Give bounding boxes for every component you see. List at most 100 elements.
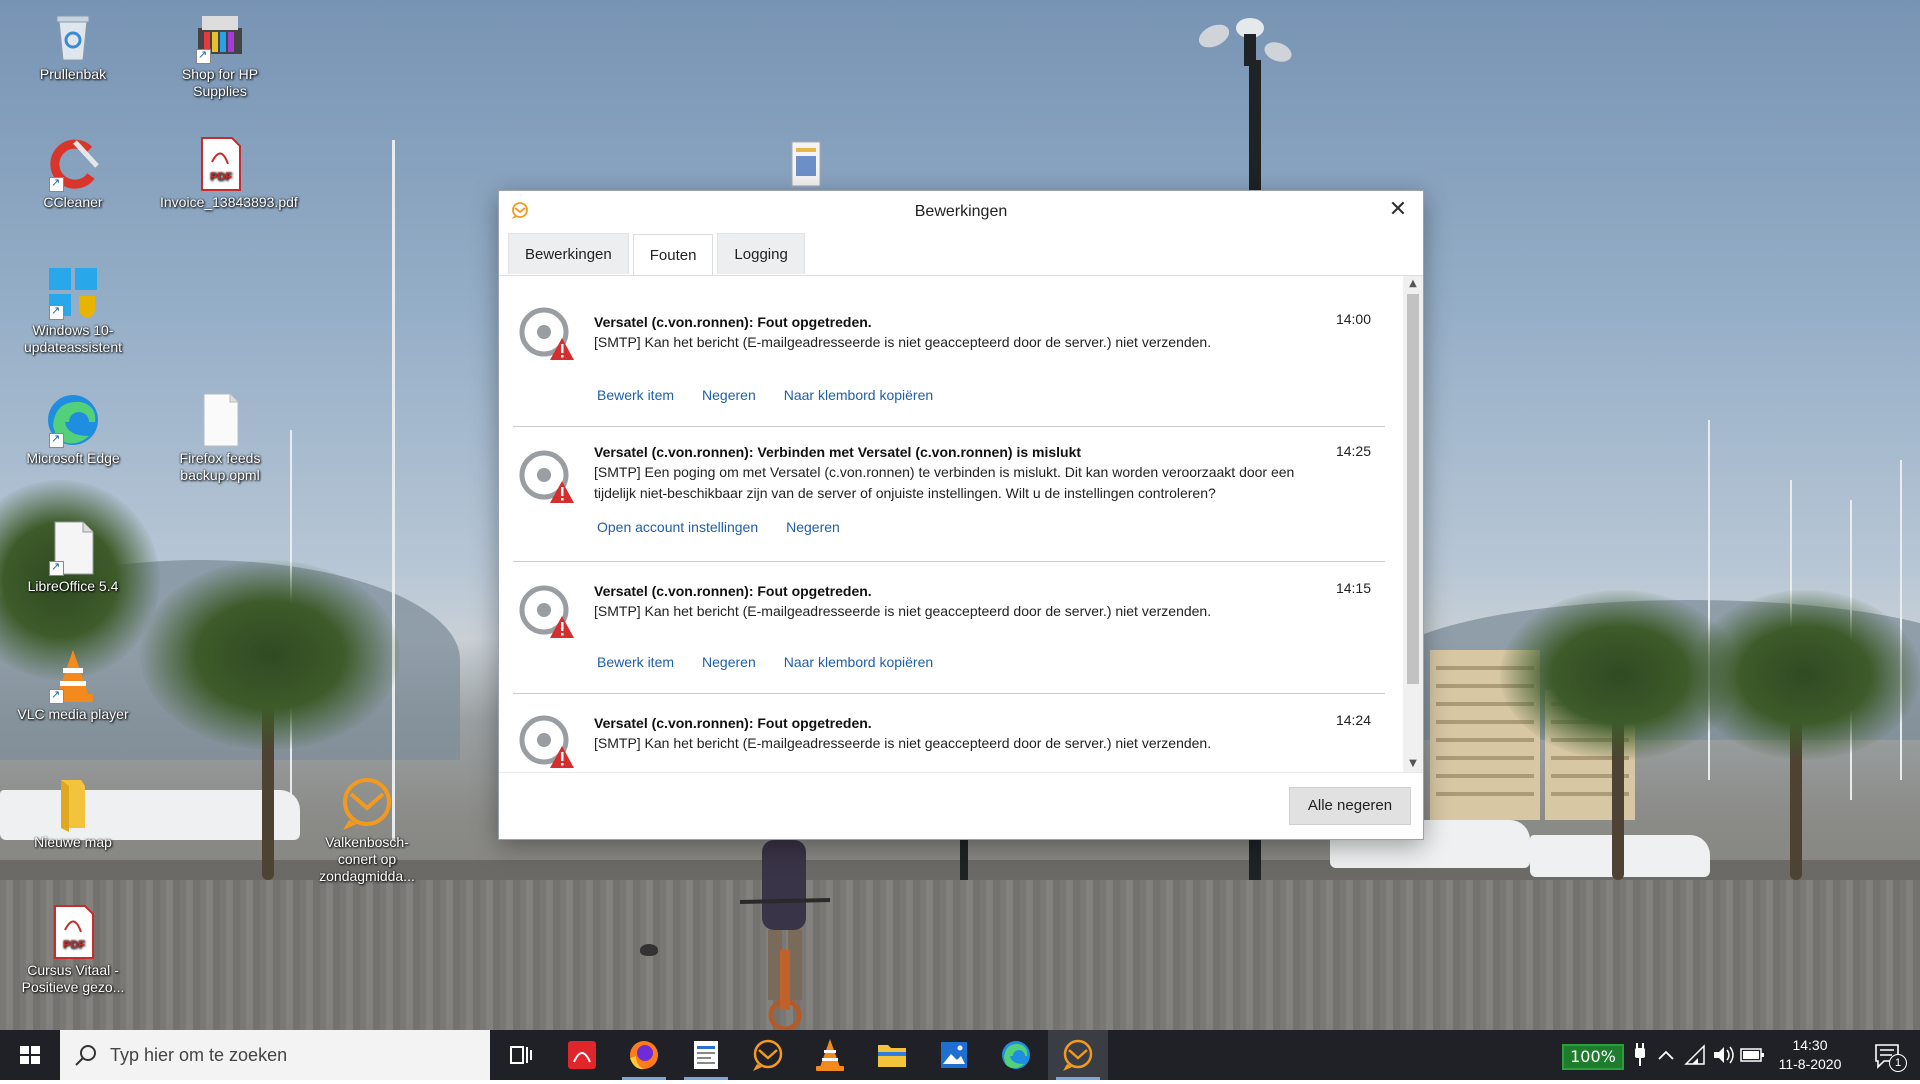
dialog-title-bar[interactable]: Bewerkingen ✕ bbox=[499, 191, 1423, 231]
error-actions: Bewerk item Negeren Naar klembord kopiër… bbox=[597, 654, 933, 670]
ignore-all-button[interactable]: Alle negeren bbox=[1289, 787, 1411, 825]
clock-time: 14:30 bbox=[1792, 1037, 1828, 1053]
close-icon[interactable]: ✕ bbox=[1385, 197, 1411, 223]
copy-to-clipboard-link[interactable]: Naar klembord kopiëren bbox=[784, 654, 933, 670]
clock-date: 11-8-2020 bbox=[1778, 1056, 1842, 1072]
photos-icon[interactable] bbox=[924, 1030, 984, 1080]
error-item: Versatel (c.von.ronnen): Fout opgetreden… bbox=[513, 562, 1385, 694]
desktop-icon-hp-supplies[interactable]: Shop for HP Supplies bbox=[160, 8, 280, 100]
acrobat-icon[interactable] bbox=[552, 1030, 612, 1080]
copy-to-clipboard-link[interactable]: Naar klembord kopiëren bbox=[784, 387, 933, 403]
wordpad-icon[interactable] bbox=[676, 1030, 736, 1080]
tab-bewerkingen[interactable]: Bewerkingen bbox=[508, 233, 629, 274]
power-plug-icon[interactable] bbox=[1628, 1030, 1652, 1080]
action-center-icon[interactable]: 1 bbox=[1866, 1030, 1910, 1080]
edit-item-link[interactable]: Bewerk item bbox=[597, 654, 674, 670]
error-subject: Versatel (c.von.ronnen): Fout opgetreden… bbox=[594, 583, 872, 599]
windows-logo-icon bbox=[20, 1046, 40, 1064]
start-button[interactable] bbox=[0, 1030, 60, 1080]
error-list[interactable]: Versatel (c.von.ronnen): Fout opgetreden… bbox=[513, 276, 1385, 772]
task-view-icon[interactable] bbox=[490, 1030, 550, 1080]
battery-percent-indicator[interactable]: 100% bbox=[1562, 1044, 1624, 1070]
desktop-icon-new-folder[interactable]: Nieuwe map bbox=[13, 776, 133, 851]
scroll-down-icon[interactable]: ▼ bbox=[1403, 756, 1423, 772]
desktop-icon-valkenbosch[interactable]: Valkenbosch-conert op zondagmidda... bbox=[307, 776, 427, 885]
error-actions: Open account instellingen Negeren bbox=[597, 519, 840, 535]
open-account-settings-link[interactable]: Open account instellingen bbox=[597, 519, 758, 535]
desktop-icon-invoice-pdf[interactable]: PDF Invoice_13843893.pdf bbox=[160, 136, 298, 211]
error-icon bbox=[518, 584, 574, 640]
file-icon[interactable] bbox=[786, 140, 826, 188]
error-subject: Versatel (c.von.ronnen): Fout opgetreden… bbox=[594, 715, 872, 731]
desktop-icon-vlc[interactable]: VLC media player bbox=[13, 648, 133, 723]
errors-panel: Versatel (c.von.ronnen): Fout opgetreden… bbox=[499, 275, 1423, 773]
tab-logging[interactable]: Logging bbox=[717, 233, 805, 274]
ignore-link[interactable]: Negeren bbox=[786, 519, 840, 535]
pdf-icon: PDF bbox=[192, 136, 248, 192]
edit-item-link[interactable]: Bewerk item bbox=[597, 387, 674, 403]
desktop-icon-edge[interactable]: Microsoft Edge bbox=[13, 392, 133, 467]
ignore-link[interactable]: Negeren bbox=[702, 654, 756, 670]
windows-icon bbox=[45, 264, 101, 320]
scrollbar-thumb[interactable] bbox=[1407, 294, 1419, 684]
recycle-bin-icon bbox=[45, 8, 101, 64]
error-icon bbox=[518, 714, 574, 770]
error-icon bbox=[518, 449, 574, 505]
palm-fronds bbox=[140, 560, 400, 750]
cyclist bbox=[730, 840, 840, 1030]
file-explorer-icon[interactable] bbox=[862, 1030, 922, 1080]
desktop-icon-label: Firefox feeds backup.opml bbox=[179, 450, 261, 483]
sailboat-mast bbox=[392, 140, 395, 840]
emclient-icon bbox=[339, 776, 395, 832]
tab-fouten[interactable]: Fouten bbox=[632, 234, 714, 276]
edge-icon[interactable] bbox=[986, 1030, 1046, 1080]
notification-count: 1 bbox=[1889, 1054, 1907, 1072]
desktop-icon-label: Valkenbosch-conert op zondagmidda... bbox=[319, 834, 415, 884]
desktop-icon-label: Prullenbak bbox=[39, 66, 107, 82]
vertical-scrollbar[interactable]: ▲ ▼ bbox=[1403, 276, 1423, 772]
error-subject: Versatel (c.von.ronnen): Verbinden met V… bbox=[594, 444, 1082, 460]
error-time: 14:15 bbox=[1335, 580, 1371, 596]
error-time: 14:24 bbox=[1335, 712, 1371, 728]
folder-icon bbox=[45, 776, 101, 832]
scroll-up-icon[interactable]: ▲ bbox=[1403, 276, 1423, 292]
printer-icon bbox=[192, 8, 248, 64]
desktop-icon-firefox-feeds[interactable]: Firefox feeds backup.opml bbox=[160, 392, 280, 484]
error-message: [SMTP] Kan het bericht (E-mailgeadressee… bbox=[594, 735, 1212, 751]
error-icon bbox=[518, 306, 574, 362]
taskbar: Typ hier om te zoeken 100% 14:30 11-8-20… bbox=[0, 1030, 1920, 1080]
volume-icon[interactable] bbox=[1710, 1030, 1736, 1080]
svg-text:PDF: PDF bbox=[63, 939, 85, 951]
svg-text:PDF: PDF bbox=[210, 171, 232, 183]
desktop-icon-ccleaner[interactable]: CCleaner bbox=[13, 136, 133, 211]
palm-fronds bbox=[1690, 590, 1920, 760]
desktop-icon-label: Microsoft Edge bbox=[26, 450, 120, 466]
desktop-icon-windows-update[interactable]: Windows 10-updateassistent bbox=[13, 264, 133, 356]
vlc-icon[interactable] bbox=[800, 1030, 860, 1080]
emclient-icon[interactable] bbox=[1048, 1030, 1108, 1080]
pigeon bbox=[640, 944, 658, 956]
desktop-icon-libreoffice[interactable]: LibreOffice 5.4 bbox=[13, 520, 133, 595]
vlc-icon bbox=[45, 648, 101, 704]
sailboat-mast bbox=[1900, 460, 1902, 780]
desktop-icon-recycle-bin[interactable]: Prullenbak bbox=[13, 8, 133, 83]
libreoffice-icon bbox=[45, 520, 101, 576]
wifi-icon[interactable] bbox=[1682, 1030, 1708, 1080]
desktop-icon-label: VLC media player bbox=[17, 706, 129, 722]
emclient-icon[interactable] bbox=[738, 1030, 798, 1080]
battery-icon[interactable] bbox=[1738, 1030, 1766, 1080]
chevron-up-icon[interactable] bbox=[1654, 1030, 1678, 1080]
error-item: Versatel (c.von.ronnen): Fout opgetreden… bbox=[513, 276, 1385, 427]
error-message: [SMTP] Een poging om met Versatel (c.von… bbox=[594, 464, 1295, 501]
error-item: Versatel (c.von.ronnen): Fout opgetreden… bbox=[513, 694, 1385, 772]
taskbar-clock[interactable]: 14:30 11-8-2020 bbox=[1770, 1036, 1850, 1074]
ignore-link[interactable]: Negeren bbox=[702, 387, 756, 403]
desktop-icon-cursus-pdf[interactable]: PDF Cursus Vitaal - Positieve gezo... bbox=[13, 904, 133, 996]
firefox-icon[interactable] bbox=[614, 1030, 674, 1080]
ccleaner-icon bbox=[45, 136, 101, 192]
desktop-icon-label: Cursus Vitaal - Positieve gezo... bbox=[21, 962, 125, 995]
search-box[interactable]: Typ hier om te zoeken bbox=[60, 1030, 490, 1080]
edge-icon bbox=[45, 392, 101, 448]
search-icon bbox=[75, 1045, 96, 1066]
error-subject: Versatel (c.von.ronnen): Fout opgetreden… bbox=[594, 314, 872, 330]
